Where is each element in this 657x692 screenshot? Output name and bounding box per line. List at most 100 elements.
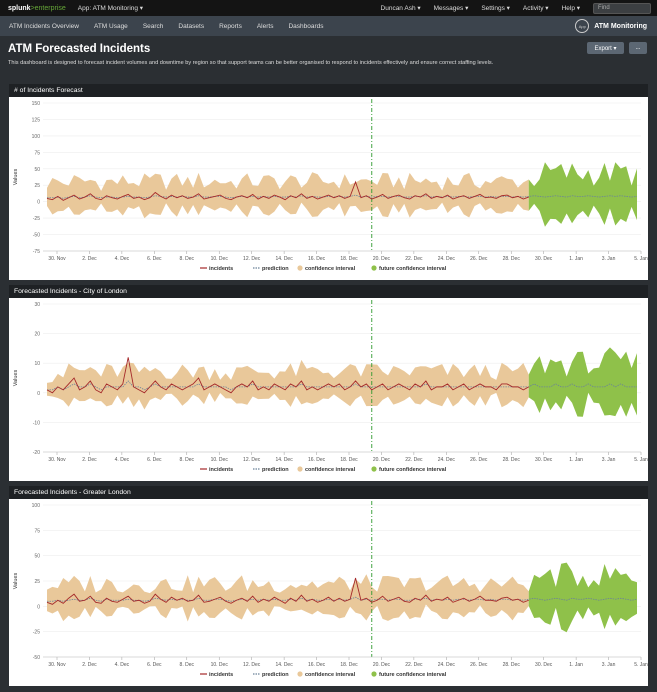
legend-confidence-interval: confidence interval <box>305 266 356 272</box>
x-tick-label: 22. Dec <box>405 457 423 463</box>
x-tick-label: 2. Dec <box>82 457 97 463</box>
x-tick-label: 1. Jan <box>569 256 583 262</box>
y-tick-label: 75 <box>34 150 40 156</box>
x-tick-label: 14. Dec <box>275 457 293 463</box>
y-axis-label: Values <box>13 370 19 387</box>
x-tick-label: 18. Dec <box>340 256 358 262</box>
x-tick-label: 5. Jan <box>634 662 648 668</box>
x-tick-label: 26. Dec <box>470 457 488 463</box>
panel-city-of-london: Forecasted Incidents - City of London 30… <box>9 285 648 481</box>
y-tick-label: -25 <box>33 630 40 636</box>
legend-swatch <box>371 671 377 677</box>
x-tick-label: 16. Dec <box>308 457 326 463</box>
top-bar: splunk>enterprise App: ATM Monitoring ▾ … <box>0 0 657 16</box>
nav-reports[interactable]: Reports <box>219 23 242 30</box>
legend-confidence-interval: confidence interval <box>305 672 356 678</box>
panel-title: # of Incidents Forecast <box>9 84 648 97</box>
x-tick-label: 2. Dec <box>82 662 97 668</box>
x-tick-label: 26. Dec <box>470 662 488 668</box>
x-tick-label: 28. Dec <box>503 662 521 668</box>
activity-menu[interactable]: Activity ▾ <box>523 4 549 12</box>
x-tick-label: 30. Nov <box>48 457 66 463</box>
future-confidence-interval-band <box>528 162 637 227</box>
splunk-logo[interactable]: splunk>enterprise <box>8 5 66 12</box>
x-tick-label: 5. Jan <box>634 256 648 262</box>
legend-swatch <box>371 466 377 472</box>
y-tick-label: -50 <box>33 233 40 239</box>
y-tick-label: 75 <box>34 528 40 534</box>
y-tick-label: 0 <box>37 604 40 610</box>
x-tick-label: 20. Dec <box>373 457 391 463</box>
logo-enterprise-text: >enterprise <box>30 4 66 12</box>
x-tick-label: 4. Dec <box>115 256 130 262</box>
y-tick-label: 50 <box>34 167 40 173</box>
nav-atm-incidents-overview[interactable]: ATM Incidents Overview <box>9 23 79 30</box>
x-tick-label: 16. Dec <box>308 662 326 668</box>
y-tick-label: -75 <box>33 249 40 255</box>
nav-alerts[interactable]: Alerts <box>257 23 274 30</box>
x-tick-label: 22. Dec <box>405 256 423 262</box>
chart-svg: 150 125 100 75 50 25 0 -25 -50 -75 Values 30. Nov 2.… <box>13 99 648 272</box>
y-tick-label: 20 <box>34 332 40 338</box>
y-tick-label: 25 <box>34 579 40 585</box>
future-confidence-interval-band <box>528 347 637 417</box>
y-axis-label: Values <box>13 573 19 590</box>
x-tick-label: 18. Dec <box>340 457 358 463</box>
x-tick-label: 16. Dec <box>308 256 326 262</box>
legend-prediction: prediction <box>262 467 289 473</box>
x-tick-label: 3. Jan <box>602 457 616 463</box>
more-actions-button[interactable]: ... <box>629 42 647 54</box>
user-menu[interactable]: Duncan Ash ▾ <box>381 4 421 12</box>
find-input[interactable]: Find <box>593 2 651 14</box>
chart-city-of-london: 30 20 10 0 -10 -20 Values 30. Nov 2. Dec 4. Dec 6.… <box>9 298 648 481</box>
x-tick-label: 24. Dec <box>438 662 456 668</box>
panel-title: Forecasted Incidents - City of London <box>9 285 648 298</box>
panel-greater-london: Forecasted Incidents - Greater London 10… <box>9 486 648 686</box>
nav-atm-usage[interactable]: ATM Usage <box>94 23 128 30</box>
x-tick-label: 20. Dec <box>373 256 391 262</box>
nav-datasets[interactable]: Datasets <box>178 23 204 30</box>
settings-menu[interactable]: Settings ▾ <box>481 4 510 12</box>
chart-incidents-forecast: 150 125 100 75 50 25 0 -25 -50 -75 Values 30. Nov 2.… <box>9 97 648 280</box>
x-tick-label: 30. Dec <box>535 256 553 262</box>
y-tick-label: -50 <box>33 655 40 661</box>
help-menu[interactable]: Help ▾ <box>562 4 580 12</box>
x-tick-label: 10. Dec <box>211 256 229 262</box>
x-tick-label: 8. Dec <box>180 457 195 463</box>
app-brand-name: ATM Monitoring <box>594 22 647 30</box>
nav-dashboards[interactable]: Dashboards <box>288 23 323 30</box>
x-tick-label: 24. Dec <box>438 256 456 262</box>
x-tick-label: 14. Dec <box>275 662 293 668</box>
legend-swatch <box>371 265 377 271</box>
x-tick-label: 3. Jan <box>602 662 616 668</box>
x-tick-label: 8. Dec <box>180 662 195 668</box>
x-tick-label: 22. Dec <box>405 662 423 668</box>
y-tick-label: -20 <box>33 450 40 456</box>
app-menu[interactable]: App: ATM Monitoring ▾ <box>78 4 143 12</box>
x-tick-label: 12. Dec <box>243 457 261 463</box>
x-tick-label: 26. Dec <box>470 256 488 262</box>
x-tick-label: 14. Dec <box>275 256 293 262</box>
legend-incidents: incidents <box>209 672 233 678</box>
x-tick-label: 6. Dec <box>147 662 162 668</box>
legend-prediction: prediction <box>262 672 289 678</box>
x-tick-label: 30. Nov <box>48 662 66 668</box>
legend-prediction: prediction <box>262 266 289 272</box>
y-tick-label: 25 <box>34 183 40 189</box>
x-tick-label: 4. Dec <box>115 457 130 463</box>
nav-search[interactable]: Search <box>143 23 164 30</box>
app-nav-bar: ATM Incidents Overview ATM Usage Search … <box>0 16 657 36</box>
page-description: This dashboard is designed to forecast i… <box>8 60 494 66</box>
x-tick-label: 20. Dec <box>373 662 391 668</box>
y-tick-label: -10 <box>33 420 40 426</box>
export-button[interactable]: Export ▾ <box>587 42 624 54</box>
y-tick-label: 10 <box>34 361 40 367</box>
x-tick-label: 12. Dec <box>243 256 261 262</box>
x-tick-label: 30. Dec <box>535 457 553 463</box>
y-tick-label: 150 <box>32 101 41 107</box>
confidence-interval-band <box>47 172 529 219</box>
logo-text: splunk <box>8 4 31 12</box>
x-tick-label: 8. Dec <box>180 256 195 262</box>
messages-menu[interactable]: Messages ▾ <box>434 4 469 12</box>
x-tick-label: 6. Dec <box>147 256 162 262</box>
